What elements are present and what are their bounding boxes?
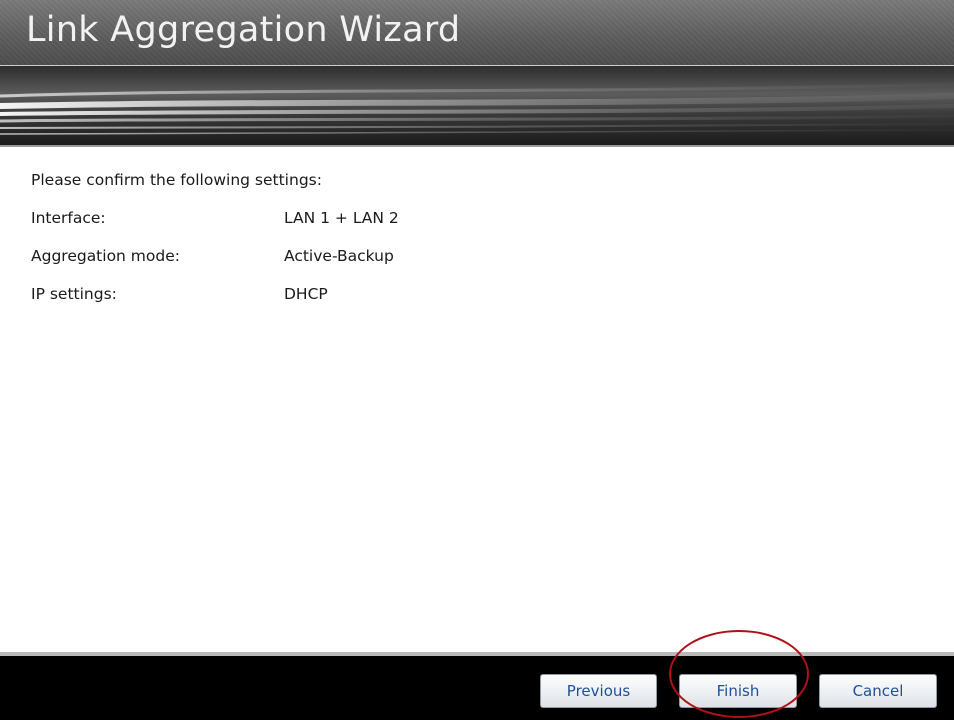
setting-row-ip-settings: IP settings: DHCP (31, 280, 399, 308)
title-bar: Link Aggregation Wizard (0, 0, 954, 66)
confirm-prompt: Please confirm the following settings: (31, 171, 322, 189)
setting-row-interface: Interface: LAN 1 + LAN 2 (31, 204, 399, 232)
decorative-banner (0, 66, 954, 146)
finish-button[interactable]: Finish (679, 674, 797, 708)
banner-swoosh-graphic (0, 82, 954, 135)
settings-summary: Please confirm the following settings: I… (31, 166, 399, 318)
cancel-button[interactable]: Cancel (819, 674, 937, 708)
wizard-footer: Previous Finish Cancel (0, 652, 954, 720)
setting-row-aggregation-mode: Aggregation mode: Active-Backup (31, 242, 399, 270)
link-aggregation-wizard: Link Aggregation Wizard Please confirm t… (0, 0, 954, 720)
wizard-title: Link Aggregation Wizard (26, 10, 461, 50)
setting-value: Active-Backup (284, 247, 394, 265)
setting-value: DHCP (284, 285, 328, 303)
setting-label: Interface: (31, 209, 106, 227)
setting-label: Aggregation mode: (31, 247, 180, 265)
previous-button[interactable]: Previous (540, 674, 657, 708)
setting-value: LAN 1 + LAN 2 (284, 209, 399, 227)
banner-divider (0, 145, 954, 147)
setting-label: IP settings: (31, 285, 117, 303)
